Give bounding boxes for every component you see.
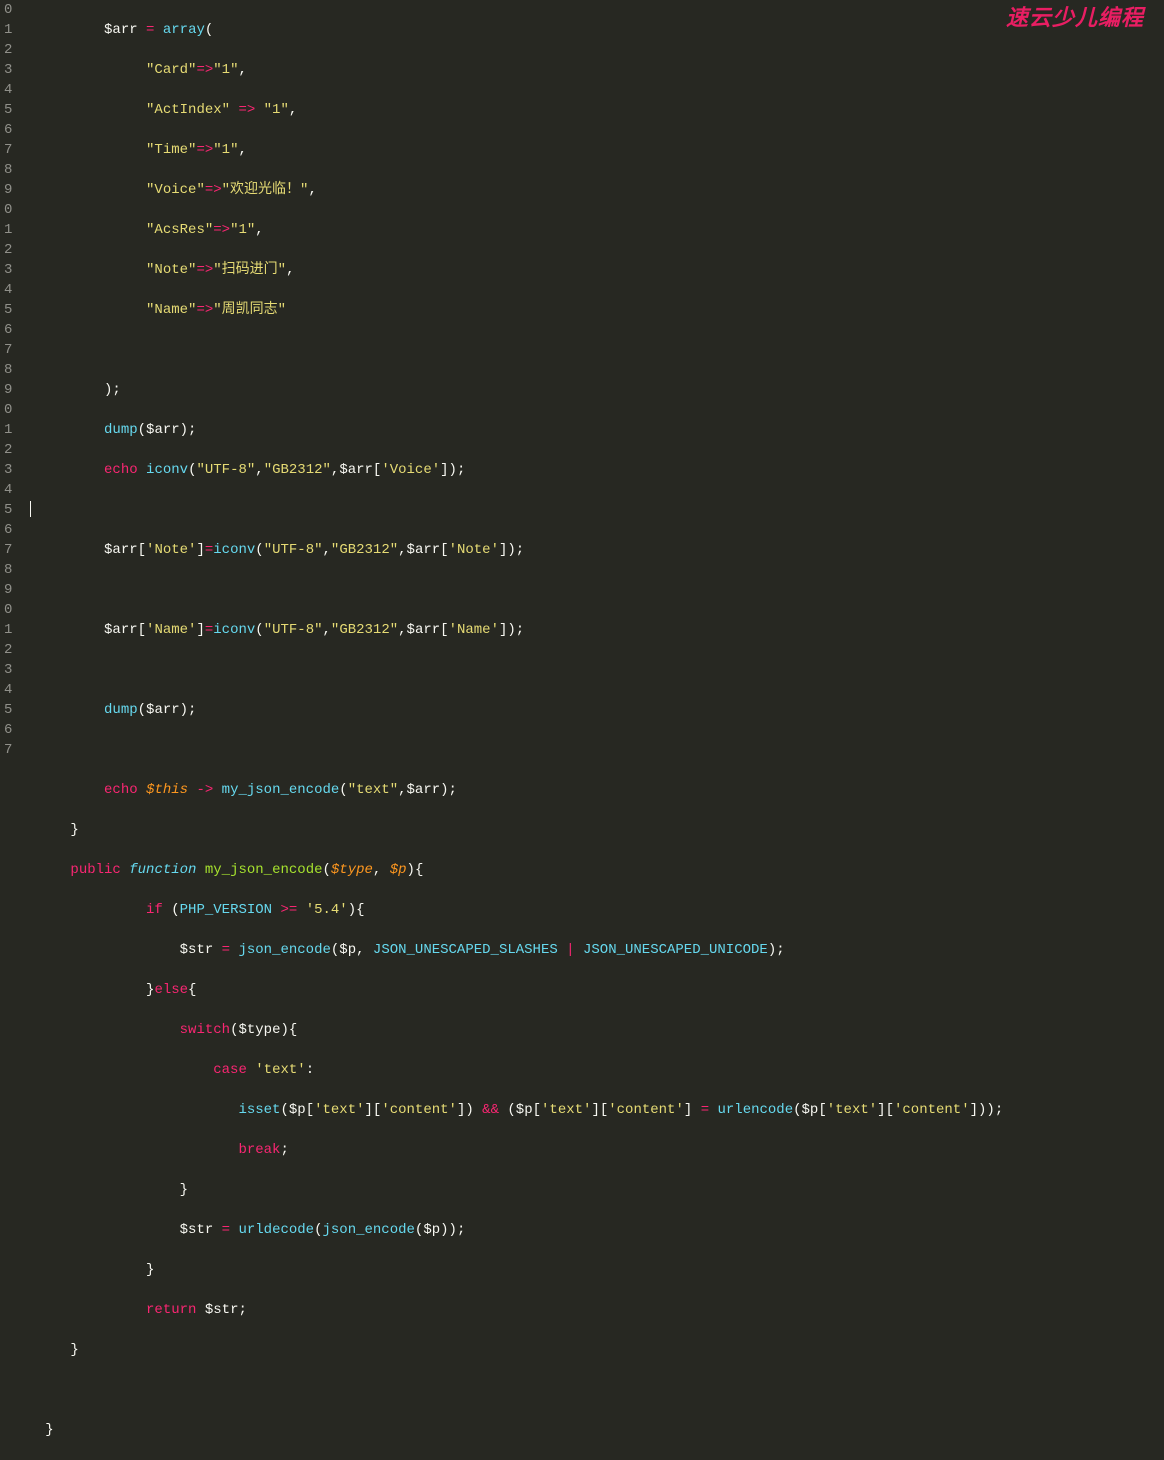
- code-line: $str = urldecode(json_encode($p));: [28, 1220, 1164, 1240]
- code-line: [28, 660, 1164, 680]
- code-line: }: [28, 1420, 1164, 1440]
- code-line: isset($p['text']['content']) && ($p['tex…: [28, 1100, 1164, 1120]
- line-number: 4: [4, 480, 12, 500]
- line-number: 6: [4, 120, 12, 140]
- code-line: return $str;: [28, 1300, 1164, 1320]
- line-number: 5: [4, 100, 12, 120]
- line-number: 7: [4, 740, 12, 760]
- code-line: [28, 340, 1164, 360]
- line-number: 4: [4, 680, 12, 700]
- code-line: }: [28, 1340, 1164, 1360]
- line-number: 9: [4, 180, 12, 200]
- code-line: switch($type){: [28, 1020, 1164, 1040]
- line-number-gutter: 0 1 2 3 4 5 6 7 8 9 0 1 2 3 4 5 6 7 8 9 …: [0, 0, 20, 730]
- code-line: "Note"=>"扫码进门",: [28, 260, 1164, 280]
- line-number: 6: [4, 320, 12, 340]
- code-line: }: [28, 1180, 1164, 1200]
- line-number: 9: [4, 380, 12, 400]
- line-number: 8: [4, 560, 12, 580]
- line-number: 3: [4, 60, 12, 80]
- line-number: 4: [4, 80, 12, 100]
- code-line: [28, 500, 1164, 520]
- code-line: "Card"=>"1",: [28, 60, 1164, 80]
- line-number: 9: [4, 580, 12, 600]
- code-line: public function my_json_encode($type, $p…: [28, 860, 1164, 880]
- code-line: );: [28, 380, 1164, 400]
- code-line: if (PHP_VERSION >= '5.4'){: [28, 900, 1164, 920]
- code-line: "ActIndex" => "1",: [28, 100, 1164, 120]
- line-number: 3: [4, 460, 12, 480]
- line-number: 0: [4, 200, 12, 220]
- code-line: echo iconv("UTF-8","GB2312",$arr['Voice'…: [28, 460, 1164, 480]
- code-line: }: [28, 820, 1164, 840]
- line-number: 3: [4, 660, 12, 680]
- code-line: break;: [28, 1140, 1164, 1160]
- text-cursor: [30, 501, 31, 517]
- code-line: echo $this -> my_json_encode("text",$arr…: [28, 780, 1164, 800]
- line-number: 5: [4, 700, 12, 720]
- line-number: 1: [4, 620, 12, 640]
- code-line: [28, 1380, 1164, 1400]
- code-line: case 'text':: [28, 1060, 1164, 1080]
- line-number: 7: [4, 340, 12, 360]
- line-number: 1: [4, 20, 12, 40]
- line-number: 6: [4, 520, 12, 540]
- code-line: "Time"=>"1",: [28, 140, 1164, 160]
- line-number: 2: [4, 240, 12, 260]
- line-number: 5: [4, 300, 12, 320]
- line-number: 7: [4, 140, 12, 160]
- line-number: 8: [4, 360, 12, 380]
- code-line: dump($arr);: [28, 420, 1164, 440]
- code-line: [28, 740, 1164, 760]
- line-number: 8: [4, 160, 12, 180]
- line-number: 6: [4, 720, 12, 740]
- code-line: "Voice"=>"欢迎光临！",: [28, 180, 1164, 200]
- line-number: 2: [4, 40, 12, 60]
- code-line: $arr = array(: [28, 20, 1164, 40]
- line-number: 1: [4, 220, 12, 240]
- code-line: }: [28, 1260, 1164, 1280]
- code-line: }else{: [28, 980, 1164, 1000]
- code-line: $arr['Name']=iconv("UTF-8","GB2312",$arr…: [28, 620, 1164, 640]
- line-number: 1: [4, 420, 12, 440]
- code-line: $arr['Note']=iconv("UTF-8","GB2312",$arr…: [28, 540, 1164, 560]
- line-number: 0: [4, 600, 12, 620]
- code-line: $str = json_encode($p, JSON_UNESCAPED_SL…: [28, 940, 1164, 960]
- line-number: 5: [4, 500, 12, 520]
- code-line: "Name"=>"周凯同志": [28, 300, 1164, 320]
- line-number: 4: [4, 280, 12, 300]
- code-content[interactable]: $arr = array( "Card"=>"1", "ActIndex" =>…: [20, 0, 1164, 730]
- line-number: 0: [4, 0, 12, 20]
- line-number: 7: [4, 540, 12, 560]
- line-number: 2: [4, 440, 12, 460]
- line-number: 0: [4, 400, 12, 420]
- line-number: 2: [4, 640, 12, 660]
- code-editor[interactable]: 0 1 2 3 4 5 6 7 8 9 0 1 2 3 4 5 6 7 8 9 …: [0, 0, 1164, 730]
- code-line: "AcsRes"=>"1",: [28, 220, 1164, 240]
- line-number: 3: [4, 260, 12, 280]
- code-line: dump($arr);: [28, 700, 1164, 720]
- code-line: [28, 580, 1164, 600]
